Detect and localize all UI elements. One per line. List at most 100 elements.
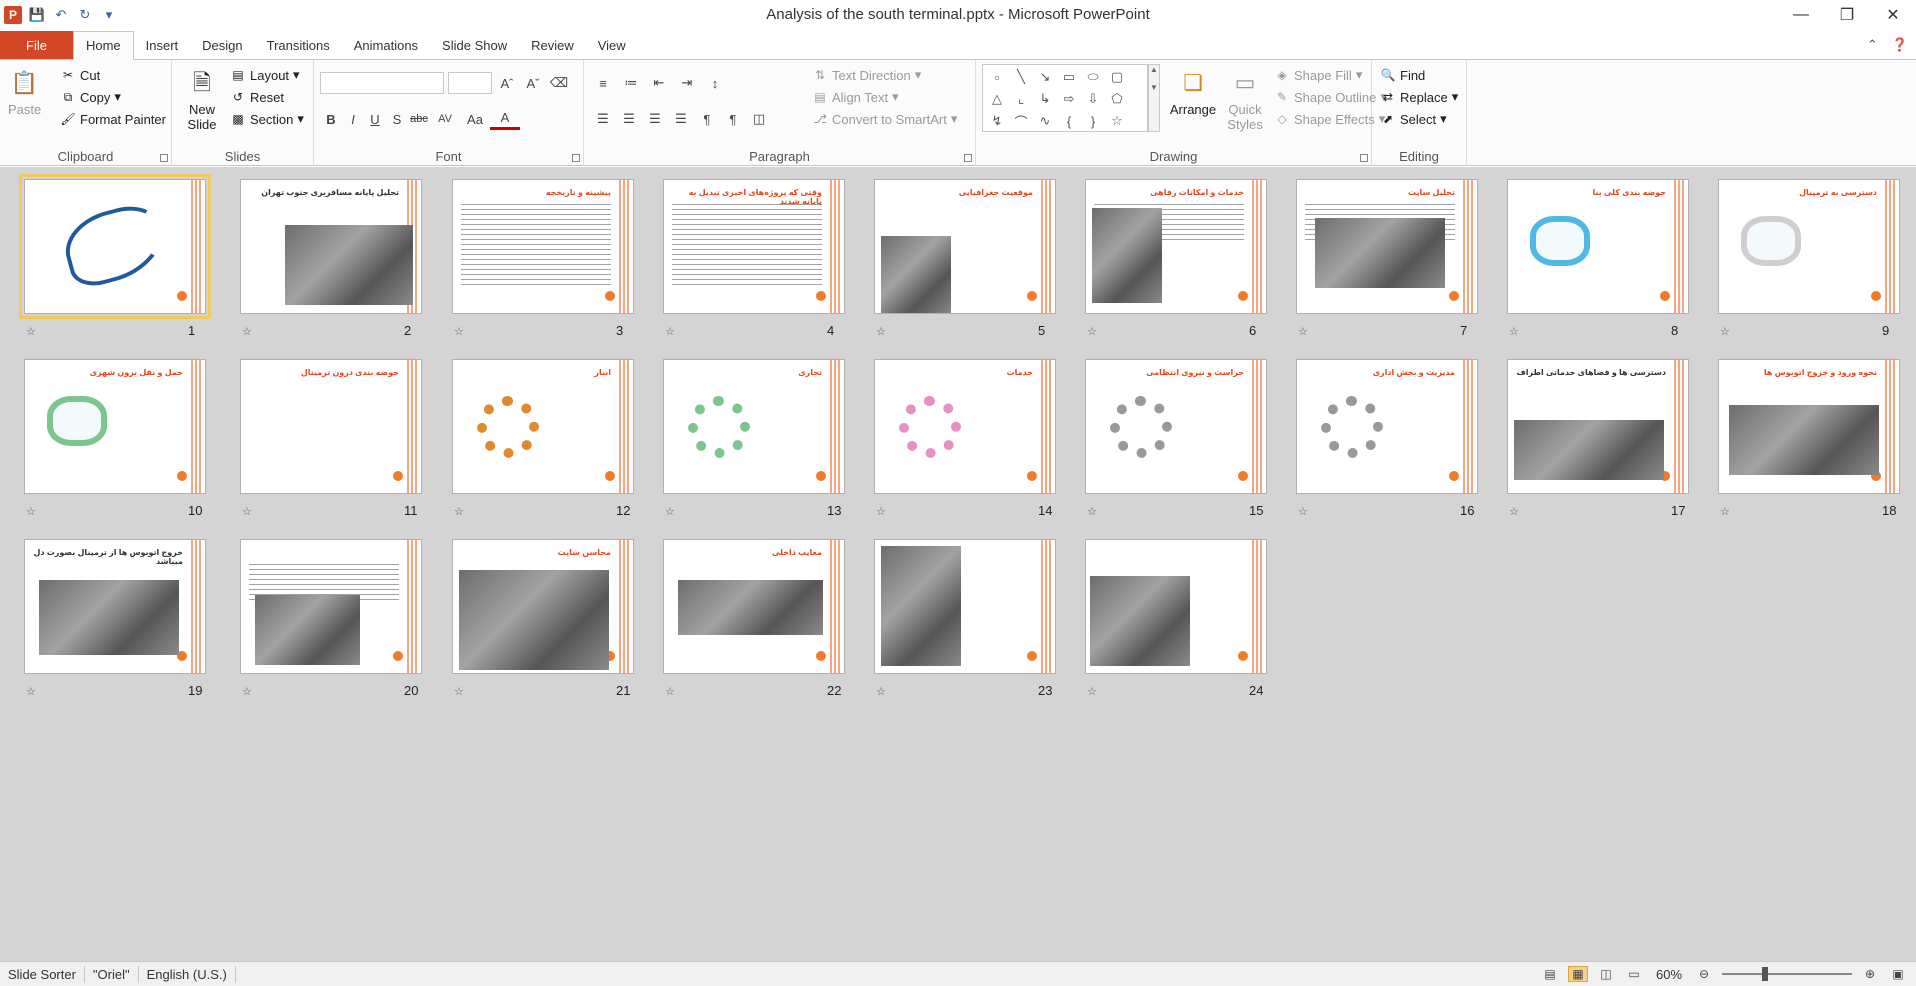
paragraph-launcher-icon[interactable]	[964, 154, 972, 162]
strikethrough-button[interactable]: abc	[408, 108, 430, 130]
change-case-button[interactable]: Aa	[460, 108, 490, 130]
minimize-icon[interactable]: —	[1778, 0, 1824, 30]
clear-formatting-icon[interactable]: ⌫	[548, 72, 570, 94]
slide-thumbnail[interactable]: دسترسی ها و فضاهای خدماتی اطراف	[1507, 359, 1689, 494]
tab-review[interactable]: Review	[519, 31, 586, 59]
new-slide-button[interactable]: 🗎 New Slide	[180, 66, 224, 132]
copy-button[interactable]: ⧉ Copy ▾	[60, 86, 166, 108]
justify-icon[interactable]: ☰	[670, 108, 692, 130]
select-button[interactable]: ⬈ Select ▾	[1380, 108, 1458, 130]
increase-indent-icon[interactable]: ⇥	[676, 72, 698, 94]
font-name-box[interactable]	[320, 72, 444, 94]
character-spacing-button[interactable]: AV	[430, 108, 460, 130]
transition-star-icon[interactable]: ☆	[665, 685, 675, 698]
align-center-icon[interactable]: ☰	[618, 108, 640, 130]
transition-star-icon[interactable]: ☆	[26, 685, 36, 698]
transition-star-icon[interactable]: ☆	[665, 505, 675, 518]
slide-thumbnail[interactable]: خدمات و امکانات رفاهی	[1085, 179, 1267, 314]
left-brace-icon[interactable]: {	[1057, 110, 1081, 132]
transition-star-icon[interactable]: ☆	[242, 505, 252, 518]
tab-slide-show[interactable]: Slide Show	[430, 31, 519, 59]
clipboard-launcher-icon[interactable]	[160, 154, 168, 162]
slide-thumbnail[interactable]: حراست و نیروی انتظامی	[1085, 359, 1267, 494]
text-direction-button[interactable]: ⇅ Text Direction ▾	[812, 64, 957, 86]
transition-star-icon[interactable]: ☆	[1509, 325, 1519, 338]
normal-view-icon[interactable]: ▤	[1540, 966, 1560, 982]
transition-star-icon[interactable]: ☆	[1298, 505, 1308, 518]
layout-button[interactable]: ▤ Layout ▾	[230, 64, 304, 86]
freeform-shape-icon[interactable]: ↯	[985, 110, 1009, 132]
shapes-scroll-icon[interactable]: ▲ ▼	[1148, 64, 1160, 132]
shape-outline-button[interactable]: ✎ Shape Outline ▾	[1274, 86, 1387, 108]
slide-thumbnail[interactable]: دسترسی به ترمینال	[1718, 179, 1900, 314]
underline-button[interactable]: U	[364, 108, 386, 130]
transition-star-icon[interactable]: ☆	[26, 505, 36, 518]
slide-thumbnail[interactable]: محاسن سایت	[452, 539, 634, 674]
slide-sorter-view-icon[interactable]: ▦	[1568, 966, 1588, 982]
transition-star-icon[interactable]: ☆	[242, 685, 252, 698]
transition-star-icon[interactable]: ☆	[454, 325, 464, 338]
shrink-font-icon[interactable]: Aˇ	[522, 72, 544, 94]
slide-thumbnail[interactable]: حوضه بندی کلی بنا	[1507, 179, 1689, 314]
numbering-icon[interactable]: ≔	[620, 72, 642, 94]
line-shape-icon[interactable]: ╲	[1009, 66, 1033, 88]
rtl-icon[interactable]: ¶	[696, 108, 718, 130]
save-icon[interactable]: 💾	[28, 6, 46, 24]
grow-font-icon[interactable]: Aˆ	[496, 72, 518, 94]
down-arrow-shape-icon[interactable]: ⇩	[1081, 88, 1105, 110]
zoom-out-icon[interactable]: ⊖	[1694, 966, 1714, 982]
format-painter-button[interactable]: 🖌 Format Painter	[60, 108, 166, 130]
arrange-button[interactable]: ❏ Arrange	[1168, 66, 1218, 117]
oval-shape-icon[interactable]: ⬭	[1081, 66, 1105, 88]
ltr-icon[interactable]: ¶	[722, 108, 744, 130]
textbox-shape-icon[interactable]: ▫	[985, 66, 1009, 88]
shape-effects-button[interactable]: ◇ Shape Effects ▾	[1274, 108, 1387, 130]
arc-shape-icon[interactable]: ⌒	[1009, 110, 1033, 132]
theme-status[interactable]: "Oriel"	[85, 965, 139, 983]
right-arrow-shape-icon[interactable]: ⇨	[1057, 88, 1081, 110]
paste-button[interactable]: 📋 Paste	[8, 66, 41, 117]
bullets-icon[interactable]: ≡	[592, 72, 614, 94]
transition-star-icon[interactable]: ☆	[876, 685, 886, 698]
elbow-connector-icon[interactable]: ⌞	[1009, 88, 1033, 110]
fit-to-window-icon[interactable]: ▣	[1888, 966, 1908, 982]
zoom-in-icon[interactable]: ⊕	[1860, 966, 1880, 982]
rectangle-shape-icon[interactable]: ▭	[1057, 66, 1081, 88]
slideshow-view-icon[interactable]: ▭	[1624, 966, 1644, 982]
close-icon[interactable]: ✕	[1870, 0, 1916, 30]
cut-button[interactable]: ✂ Cut	[60, 64, 166, 86]
redo-icon[interactable]: ↻	[76, 6, 94, 24]
zoom-slider[interactable]	[1722, 967, 1852, 981]
tab-home[interactable]: Home	[72, 31, 134, 60]
align-text-button[interactable]: ▤ Align Text ▾	[812, 86, 957, 108]
curve-shape-icon[interactable]: ∿	[1033, 110, 1057, 132]
slide-thumbnail[interactable]: تجاری	[663, 359, 845, 494]
transition-star-icon[interactable]: ☆	[1720, 325, 1730, 338]
transition-star-icon[interactable]: ☆	[1298, 325, 1308, 338]
line-spacing-icon[interactable]: ↕	[704, 72, 726, 94]
reset-button[interactable]: ↺ Reset	[230, 86, 304, 108]
tab-transitions[interactable]: Transitions	[255, 31, 342, 59]
transition-star-icon[interactable]: ☆	[1087, 505, 1097, 518]
font-color-button[interactable]: A	[490, 108, 520, 130]
decrease-indent-icon[interactable]: ⇤	[648, 72, 670, 94]
elbow-arrow-icon[interactable]: ↳	[1033, 88, 1057, 110]
drawing-launcher-icon[interactable]	[1360, 154, 1368, 162]
powerpoint-app-icon[interactable]: P	[4, 6, 22, 24]
italic-button[interactable]: I	[342, 108, 364, 130]
reading-view-icon[interactable]: ◫	[1596, 966, 1616, 982]
slide-thumbnail[interactable]: نحوه ورود و خروج اتوبوس ها	[1718, 359, 1900, 494]
font-launcher-icon[interactable]	[572, 154, 580, 162]
help-icon[interactable]: ❓	[1892, 37, 1908, 53]
align-right-icon[interactable]: ☰	[644, 108, 666, 130]
quick-styles-button[interactable]: ▭ Quick Styles	[1220, 66, 1270, 132]
shadow-button[interactable]: S	[386, 108, 408, 130]
tab-animations[interactable]: Animations	[342, 31, 430, 59]
undo-icon[interactable]: ↶	[52, 6, 70, 24]
transition-star-icon[interactable]: ☆	[876, 505, 886, 518]
slide-thumbnail[interactable]: پیشینه و تاریخچه	[452, 179, 634, 314]
transition-star-icon[interactable]: ☆	[1509, 505, 1519, 518]
replace-button[interactable]: ⇄ Replace ▾	[1380, 86, 1458, 108]
triangle-shape-icon[interactable]: △	[985, 88, 1009, 110]
shapes-gallery[interactable]: ▫ ╲ ↘ ▭ ⬭ ▢ △ ⌞ ↳ ⇨ ⇩ ⬠ ↯ ⌒ ∿{} ☆	[982, 64, 1148, 132]
